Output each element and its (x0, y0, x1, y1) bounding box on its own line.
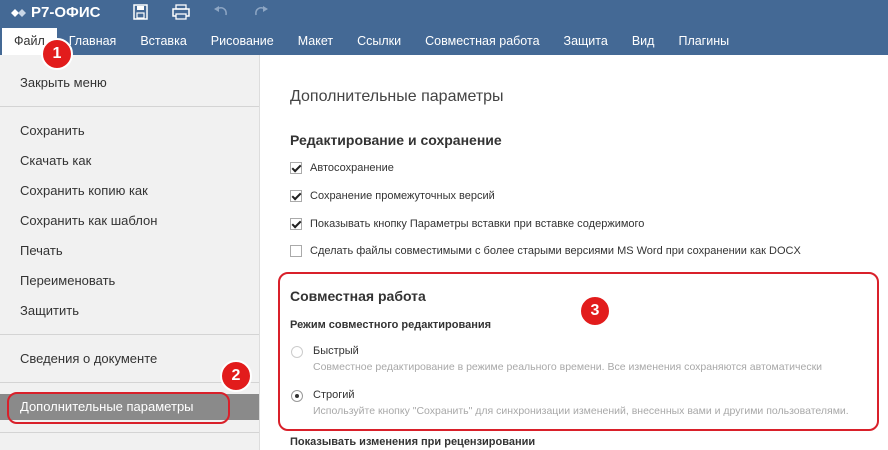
highlight-box-collab (278, 272, 879, 431)
redo-icon[interactable] (252, 4, 270, 20)
divider (0, 334, 259, 335)
download-as-item[interactable]: Скачать как (20, 153, 91, 168)
save-versions-label: Сохранение промежуточных версий (310, 190, 495, 202)
tab-view[interactable]: Вид (620, 28, 667, 55)
callout-badge-1: 1 (41, 38, 73, 70)
editing-section-title: Редактирование и сохранение (290, 132, 502, 148)
app-logo: Р7-ОФИС (10, 4, 100, 21)
save-icon[interactable] (132, 4, 150, 20)
rename-item[interactable]: Переименовать (20, 273, 115, 288)
tab-layout[interactable]: Макет (286, 28, 345, 55)
tab-plugins[interactable]: Плагины (666, 28, 741, 55)
compat-checkbox[interactable] (290, 245, 302, 257)
autosave-label: Автосохранение (310, 162, 394, 174)
tab-protection[interactable]: Защита (552, 28, 620, 55)
callout-badge-2: 2 (220, 360, 252, 392)
main-menu: Файл Главная Вставка Рисование Макет Ссы… (0, 28, 741, 55)
close-menu-item[interactable]: Закрыть меню (20, 75, 107, 90)
file-menu-panel: Закрыть меню Сохранить Скачать как Сохра… (0, 55, 260, 450)
page-title: Дополнительные параметры (290, 88, 504, 105)
review-changes-title: Показывать изменения при рецензировании (290, 436, 536, 448)
tab-collaboration[interactable]: Совместная работа (413, 28, 551, 55)
compat-label: Сделать файлы совместимыми с более стары… (310, 245, 801, 257)
tab-references[interactable]: Ссылки (345, 28, 413, 55)
compat-row[interactable]: Сделать файлы совместимыми с более стары… (290, 245, 801, 257)
save-versions-row[interactable]: Сохранение промежуточных версий (290, 190, 495, 202)
save-as-template-item[interactable]: Сохранить как шаблон (20, 213, 157, 228)
tab-draw[interactable]: Рисование (199, 28, 286, 55)
paste-button-label: Показывать кнопку Параметры вставки при … (310, 218, 645, 230)
top-bar: Р7-ОФИС Файл Главная Вставка Рисование М… (0, 0, 888, 55)
callout-badge-3: 3 (579, 295, 611, 327)
tab-insert[interactable]: Вставка (128, 28, 198, 55)
logo-icon (11, 8, 26, 17)
autosave-checkbox[interactable] (290, 162, 302, 174)
paste-button-row[interactable]: Показывать кнопку Параметры вставки при … (290, 218, 644, 230)
document-info-item[interactable]: Сведения о документе (20, 351, 157, 366)
divider (0, 432, 259, 433)
app-name: Р7-ОФИС (31, 4, 101, 21)
divider (0, 106, 259, 107)
protect-item[interactable]: Защитить (20, 303, 79, 318)
print-item[interactable]: Печать (20, 243, 63, 258)
highlight-box-advanced (7, 392, 230, 424)
save-versions-checkbox[interactable] (290, 190, 302, 202)
autosave-row[interactable]: Автосохранение (290, 162, 394, 174)
save-copy-as-item[interactable]: Сохранить копию как (20, 183, 148, 198)
print-icon[interactable] (172, 4, 190, 20)
divider (0, 382, 259, 383)
undo-icon[interactable] (212, 4, 230, 20)
paste-button-checkbox[interactable] (290, 218, 302, 230)
save-item[interactable]: Сохранить (20, 123, 85, 138)
